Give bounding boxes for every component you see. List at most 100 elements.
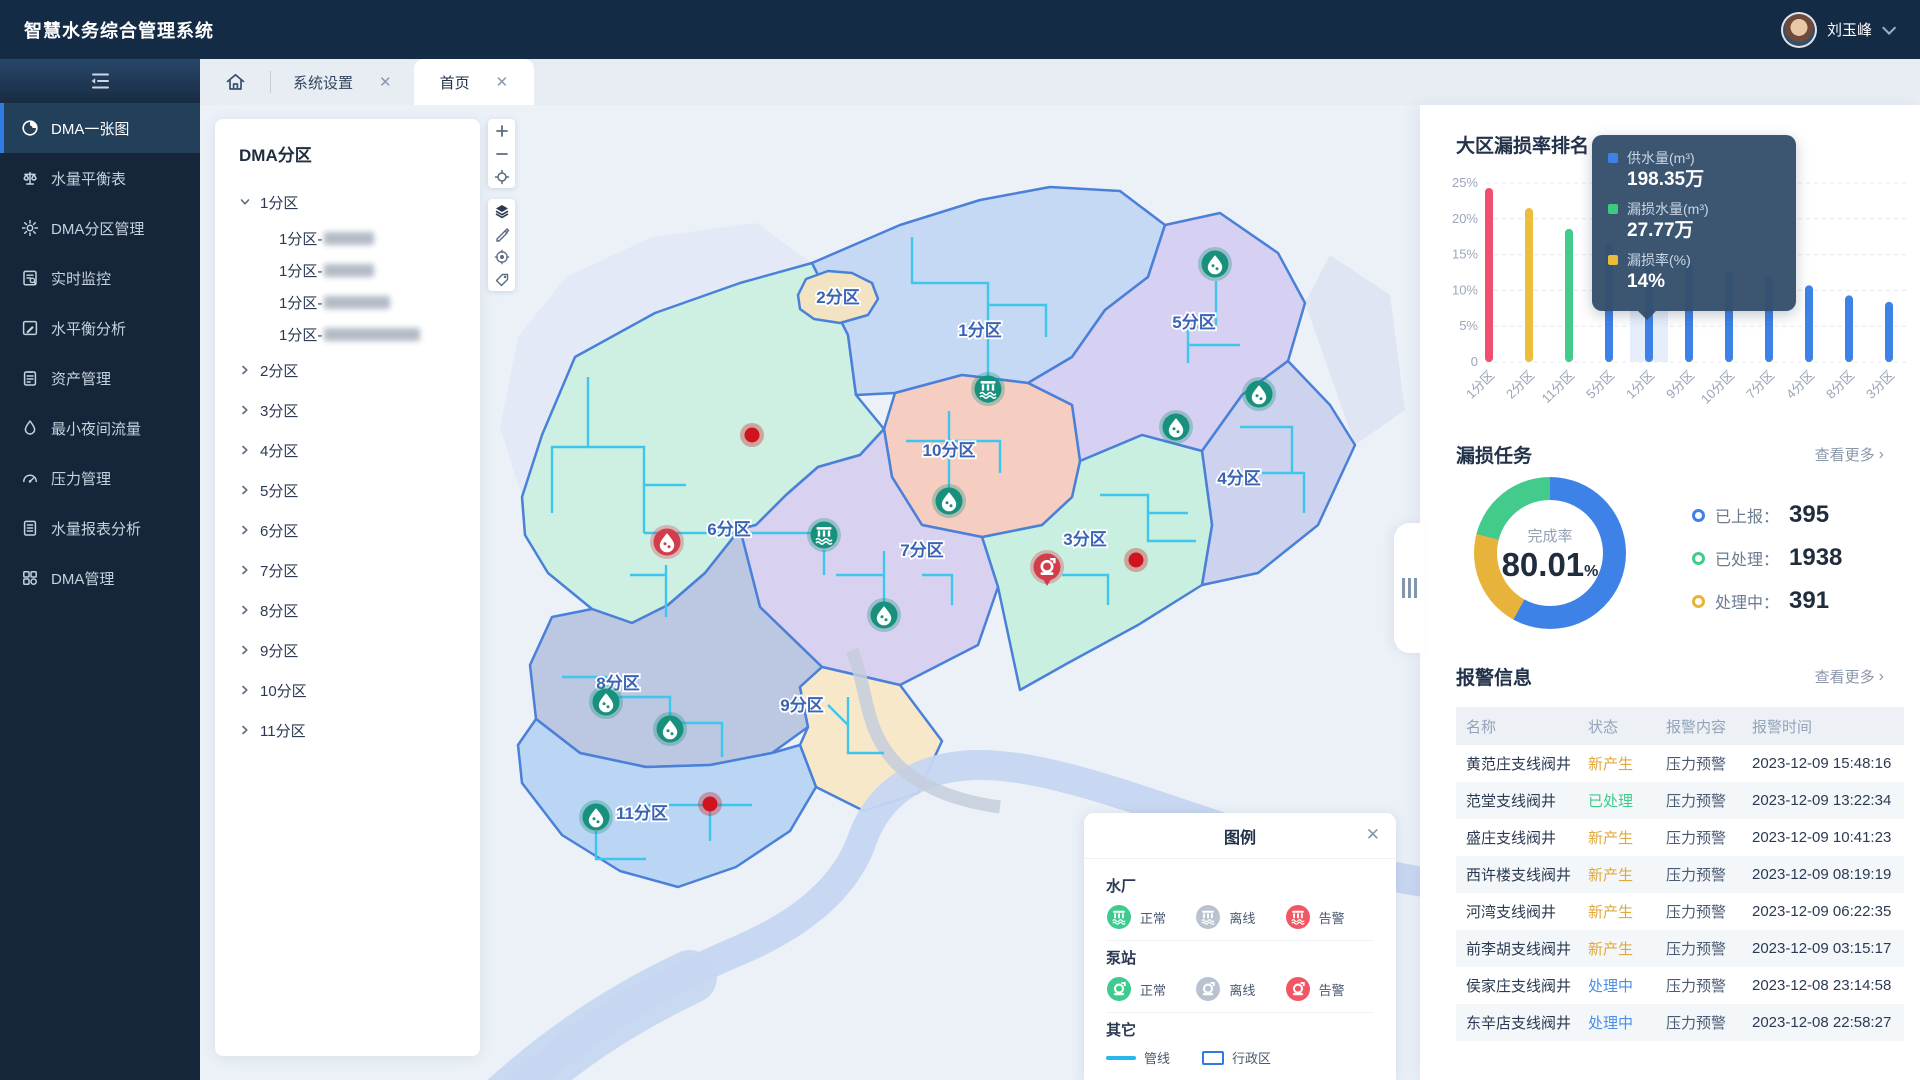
leak-rank-title: 大区漏损率排名 xyxy=(1456,131,1589,158)
y-tick-label: 10% xyxy=(1452,282,1478,297)
measure-button[interactable] xyxy=(488,222,515,245)
sidebar-item-dma-map[interactable]: DMA一张图 xyxy=(0,103,200,153)
tree-item-9分区[interactable]: 9分区 xyxy=(239,630,480,670)
bar[interactable] xyxy=(1565,229,1573,362)
pump-marker[interactable] xyxy=(1198,247,1232,281)
water-plant-marker[interactable] xyxy=(971,372,1005,406)
tab-label: 首页 xyxy=(440,72,470,93)
alarm-more-link[interactable]: 查看更多› xyxy=(1815,666,1884,687)
pump-legend-icon xyxy=(1285,976,1311,1002)
close-icon[interactable]: ✕ xyxy=(1366,825,1380,845)
user-avatar[interactable] xyxy=(1781,12,1817,48)
tree-item-11分区[interactable]: 11分区 xyxy=(239,710,480,750)
legend-group-row: 管线 行政区 xyxy=(1106,1048,1374,1067)
home-tab-button[interactable] xyxy=(200,59,270,105)
x-tick-label: 5分区 xyxy=(1583,368,1617,402)
layers-button[interactable] xyxy=(488,199,515,222)
tree-subitem[interactable]: 1分区- xyxy=(239,286,480,318)
sidebar-collapse-button[interactable] xyxy=(0,59,200,103)
bar[interactable] xyxy=(1845,295,1853,362)
station-marker[interactable] xyxy=(1159,410,1193,444)
x-tick-label: 7分区 xyxy=(1743,368,1777,402)
bar[interactable] xyxy=(1885,302,1893,362)
tree-subitem[interactable]: 1分区- xyxy=(239,222,480,254)
sidebar-item-balance[interactable]: 水量平衡表 xyxy=(0,153,200,203)
tree-item-4分区[interactable]: 4分区 xyxy=(239,430,480,470)
chevron-right-icon xyxy=(239,404,251,416)
alarm-time: 2023-12-09 08:19:19 xyxy=(1752,866,1904,883)
zoom-out-button[interactable] xyxy=(488,142,515,165)
sidebar-item-asset[interactable]: 资产管理 xyxy=(0,353,200,403)
sidebar-item-monitor[interactable]: 实时监控 xyxy=(0,253,200,303)
tab-系统设置[interactable]: 系统设置✕ xyxy=(271,59,414,105)
sidebar-item-drop[interactable]: 最小夜间流量 xyxy=(0,403,200,453)
alarm-dot-marker[interactable] xyxy=(740,423,764,447)
pump-legend-icon xyxy=(1106,976,1132,1002)
locate-icon xyxy=(494,169,510,185)
tree-panel-title: DMA分区 xyxy=(239,141,480,166)
zoom-in-button[interactable] xyxy=(488,119,515,142)
legend-header: 图例 ✕ xyxy=(1084,813,1396,859)
tree-item-7分区[interactable]: 7分区 xyxy=(239,550,480,590)
redacted-text xyxy=(324,232,374,245)
bar[interactable] xyxy=(1485,188,1493,362)
district-label: 9分区 xyxy=(780,696,823,715)
sidebar-item-gear[interactable]: DMA分区管理 xyxy=(0,203,200,253)
tree-item-6分区[interactable]: 6分区 xyxy=(239,510,480,550)
tree-item-1分区[interactable]: 1分区 xyxy=(239,182,480,222)
sidebar-item-gauge[interactable]: 压力管理 xyxy=(0,453,200,503)
pump-marker[interactable] xyxy=(1242,377,1276,411)
sidebar-item-label: DMA一张图 xyxy=(51,118,129,139)
pump-marker[interactable] xyxy=(579,800,613,834)
legend-group-title: 其它 xyxy=(1106,1019,1374,1040)
sidebar-item-report[interactable]: 水量报表分析 xyxy=(0,503,200,553)
alarm-status: 新产生 xyxy=(1588,864,1666,885)
alarm-content: 压力预警 xyxy=(1666,864,1752,885)
column-header: 报警时间 xyxy=(1752,716,1904,737)
donut-center: 完成率 80.01% xyxy=(1474,477,1626,629)
leak-task-header: 漏损任务 查看更多› xyxy=(1456,441,1884,468)
user-menu[interactable]: 刘玉峰 xyxy=(1781,12,1892,48)
edit-icon xyxy=(21,319,39,337)
station-marker[interactable] xyxy=(589,685,623,719)
pump-marker[interactable] xyxy=(653,712,687,746)
completion-donut-chart[interactable]: 完成率 80.01% xyxy=(1474,477,1626,629)
tree-item-8分区[interactable]: 8分区 xyxy=(239,590,480,630)
close-icon[interactable]: ✕ xyxy=(496,73,509,91)
map-edit-tools xyxy=(488,199,515,291)
station-marker[interactable] xyxy=(650,525,684,559)
bar[interactable] xyxy=(1525,208,1533,362)
station-marker[interactable] xyxy=(932,484,966,518)
sidebar-item-grid[interactable]: DMA管理 xyxy=(0,553,200,603)
pump-marker[interactable] xyxy=(867,598,901,632)
target-button[interactable] xyxy=(488,245,515,268)
panel-collapse-handle[interactable] xyxy=(1394,523,1424,653)
x-tick-label: 4分区 xyxy=(1783,368,1817,402)
tab-首页[interactable]: 首页 ✕ xyxy=(414,59,535,105)
tree-item-2分区[interactable]: 2分区 xyxy=(239,350,480,390)
task-stat-row: 处理中：391 xyxy=(1692,587,1842,615)
alarm-time: 2023-12-08 23:14:58 xyxy=(1752,977,1904,994)
tree-subitem[interactable]: 1分区- xyxy=(239,318,480,350)
bar[interactable] xyxy=(1805,285,1813,362)
sidebar-item-edit[interactable]: 水平衡分析 xyxy=(0,303,200,353)
tree-subitem[interactable]: 1分区- xyxy=(239,254,480,286)
alarm-content: 压力预警 xyxy=(1666,938,1752,959)
leak-task-more-link[interactable]: 查看更多› xyxy=(1815,444,1884,465)
pump-legend-icon xyxy=(1195,976,1221,1002)
legend-item: 行政区 xyxy=(1202,1048,1271,1067)
alarm-row: 范堂支线阀井 已处理 压力预警 2023-12-09 13:22:34 xyxy=(1456,782,1904,819)
water-plant-marker[interactable] xyxy=(807,518,841,552)
close-icon[interactable]: ✕ xyxy=(379,73,392,91)
tree-item-10分区[interactable]: 10分区 xyxy=(239,670,480,710)
tree-item-5分区[interactable]: 5分区 xyxy=(239,470,480,510)
legend-item: 告警 xyxy=(1285,976,1374,1002)
alarm-status: 处理中 xyxy=(1588,975,1666,996)
alarm-name: 河湾支线阀井 xyxy=(1466,901,1588,922)
alarm-dot-marker[interactable] xyxy=(1124,548,1148,572)
locate-button[interactable] xyxy=(488,165,515,188)
chevron-right-icon xyxy=(239,364,251,376)
alarm-dot-marker[interactable] xyxy=(698,792,722,816)
tag-button[interactable] xyxy=(488,268,515,291)
tree-item-3分区[interactable]: 3分区 xyxy=(239,390,480,430)
